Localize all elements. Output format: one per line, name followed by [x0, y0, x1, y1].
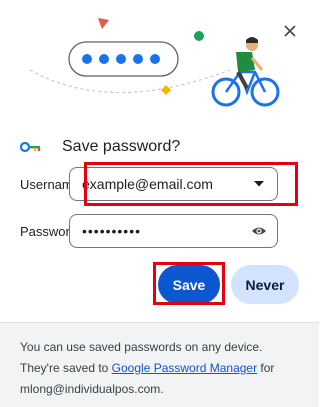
close-button[interactable] [279, 20, 301, 42]
footer-info: You can use saved passwords on any devic… [0, 322, 319, 407]
account-email: mlong@individualpos.com. [20, 382, 164, 396]
dropdown-arrow-icon[interactable] [247, 172, 271, 196]
password-field[interactable]: •••••••••• [69, 214, 278, 248]
username-field[interactable]: example@email.com [69, 167, 278, 201]
key-icon [20, 141, 41, 153]
password-value: •••••••••• [82, 223, 142, 239]
password-manager-link[interactable]: Google Password Manager [112, 361, 257, 375]
close-icon [284, 25, 296, 37]
save-password-dialog: Save password? Username example@email.co… [0, 0, 319, 407]
password-illustration [29, 18, 280, 107]
username-value: example@email.com [82, 176, 213, 192]
footer-text-after: for [257, 361, 275, 375]
eye-icon[interactable] [247, 219, 271, 243]
never-button[interactable]: Never [231, 265, 299, 304]
title-row: Save password? [20, 136, 299, 158]
dialog-title: Save password? [62, 138, 181, 155]
save-button[interactable]: Save [158, 265, 220, 304]
